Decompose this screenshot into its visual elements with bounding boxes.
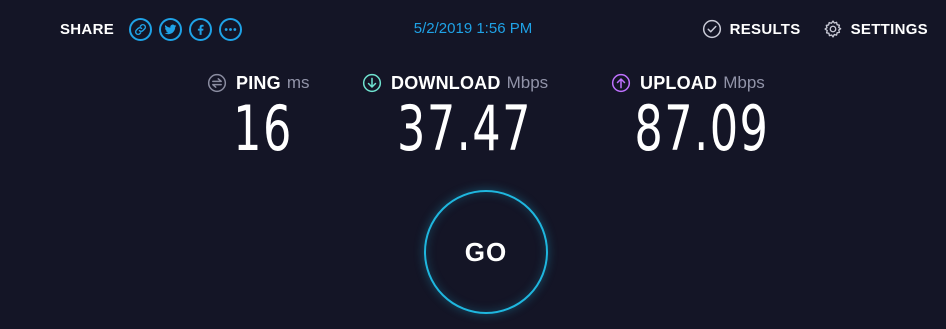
- download-value: 37.47: [397, 92, 532, 165]
- download-arrow-icon: [362, 73, 382, 93]
- ping-label: PING: [236, 72, 281, 93]
- checkmark-circle-icon: [702, 19, 722, 39]
- upload-value: 87.09: [634, 92, 770, 165]
- results-label: RESULTS: [729, 20, 801, 38]
- download-label: DOWNLOAD: [391, 72, 501, 93]
- ping-value: 16: [233, 92, 293, 165]
- download-metric: DOWNLOAD Mbps 37.47: [362, 70, 567, 160]
- go-label: GO: [464, 236, 508, 267]
- upload-label: UPLOAD: [640, 72, 718, 93]
- upload-arrow-icon: [611, 73, 631, 93]
- upload-unit: Mbps: [723, 73, 765, 92]
- ping-metric: PING ms 16: [207, 70, 319, 160]
- gear-icon: [823, 19, 843, 39]
- upload-metric: UPLOAD Mbps 87.09: [611, 70, 778, 160]
- settings-button[interactable]: SETTINGS: [823, 19, 928, 39]
- settings-label: SETTINGS: [850, 20, 928, 38]
- ping-icon: [207, 73, 227, 93]
- go-button[interactable]: GO: [424, 190, 548, 314]
- ping-unit: ms: [286, 73, 310, 92]
- results-button[interactable]: RESULTS: [702, 19, 801, 39]
- top-nav: RESULTS SETTINGS: [702, 14, 928, 44]
- download-unit: Mbps: [506, 73, 549, 92]
